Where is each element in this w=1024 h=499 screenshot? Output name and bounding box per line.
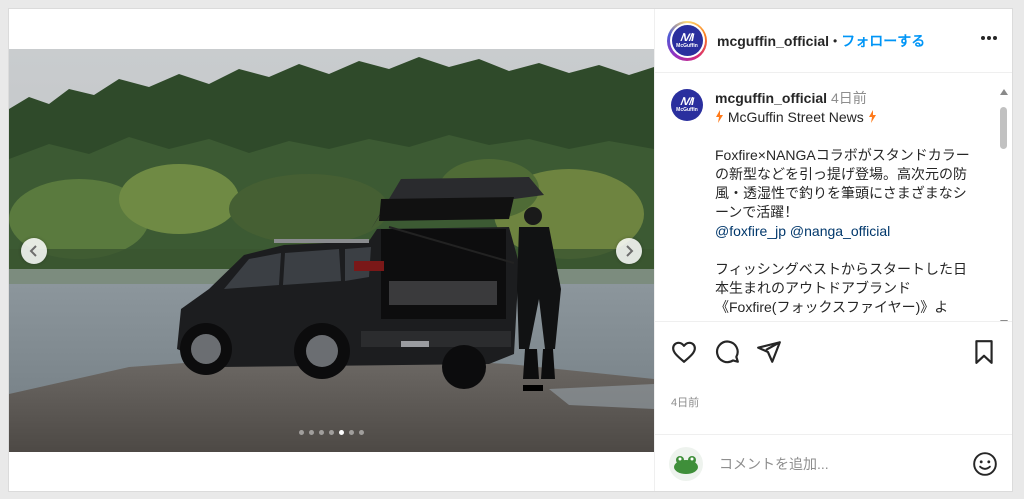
post-header: /V/I McGuffin mcguffin_official • フォローする (655, 9, 1012, 73)
carousel-dot (359, 430, 364, 435)
avatar-frame: /V/I McGuffin (669, 23, 705, 58)
caption-paragraph: フィッシングベストからスタートした日本生まれのアウトドアブランド《Foxfire… (715, 261, 967, 315)
comments-scroll-area[interactable]: /V/I McGuffin mcguffin_official 4日前 McGuf… (655, 73, 1012, 321)
caption-time: 4日前 (831, 90, 867, 106)
post-modal: /V/I McGuffin mcguffin_official • フォローする… (8, 8, 1013, 492)
avatar-text: McGuffin (676, 42, 698, 49)
logo-mark: /V/I (680, 96, 694, 108)
comment-input[interactable] (717, 455, 972, 473)
avatar: /V/I McGuffin (671, 25, 703, 56)
caption-header: /V/I McGuffin mcguffin_official 4日前 McGuf… (671, 89, 976, 127)
bookmark-icon[interactable] (971, 339, 997, 365)
mention-link[interactable]: @nanga_official (790, 223, 890, 239)
caption-mentions: @foxfire_jp @nanga_official (715, 222, 977, 241)
post-side-panel: /V/I McGuffin mcguffin_official • フォローする… (654, 9, 1012, 491)
header-separator: • (833, 33, 838, 48)
scroll-thumb[interactable] (1000, 107, 1007, 149)
carousel-dot (309, 430, 314, 435)
post-caption: /V/I McGuffin mcguffin_official 4日前 McGuf… (671, 89, 976, 317)
header-username[interactable]: mcguffin_official (717, 33, 829, 49)
caption-avatar[interactable]: /V/I McGuffin (671, 89, 703, 121)
comment-bar (655, 434, 1012, 493)
caption-meta: mcguffin_official 4日前 McGuffin Street New… (715, 89, 877, 127)
chevron-right-icon (626, 245, 634, 257)
caption-paragraph: Foxfire×NANGAコラボがスタンドカラーの新型などを引っ提げ登場。高次元… (715, 147, 970, 220)
caption-title: McGuffin Street News (727, 109, 864, 125)
user-avatar (669, 447, 703, 481)
caption-text: Foxfire×NANGAコラボがスタンドカラーの新型などを引っ提げ登場。高次元… (715, 127, 977, 317)
share-icon[interactable] (756, 339, 782, 365)
comment-icon[interactable] (714, 339, 740, 365)
carousel-dot (349, 430, 354, 435)
caption-avatar-text: McGuffin (676, 107, 698, 113)
scroll-up-arrow[interactable] (1000, 89, 1008, 95)
carousel-dot (319, 430, 324, 435)
chevron-left-icon (29, 245, 37, 257)
scrollbar[interactable] (998, 79, 1010, 321)
logo-mark: /V/I (680, 31, 694, 44)
emoji-icon[interactable] (972, 451, 998, 477)
carousel-dot (339, 430, 344, 435)
more-icon[interactable] (980, 35, 998, 41)
previous-slide-button[interactable] (21, 238, 47, 264)
fire-icon (716, 110, 723, 123)
mention-link[interactable]: @foxfire_jp (715, 223, 786, 239)
carousel-dot (299, 430, 304, 435)
fire-icon (868, 110, 876, 123)
post-timestamp: 4日前 (671, 397, 700, 409)
story-ring[interactable]: /V/I McGuffin (667, 20, 707, 61)
action-bar (655, 321, 1012, 392)
post-photo[interactable] (9, 49, 654, 452)
carousel-indicator (9, 430, 654, 435)
next-slide-button[interactable] (616, 238, 642, 264)
carousel-dot (329, 430, 334, 435)
heart-icon[interactable] (671, 339, 697, 365)
caption-username[interactable]: mcguffin_official (715, 90, 827, 106)
post-media (9, 9, 654, 491)
frog-icon (674, 456, 698, 474)
follow-button[interactable]: フォローする (841, 31, 925, 51)
